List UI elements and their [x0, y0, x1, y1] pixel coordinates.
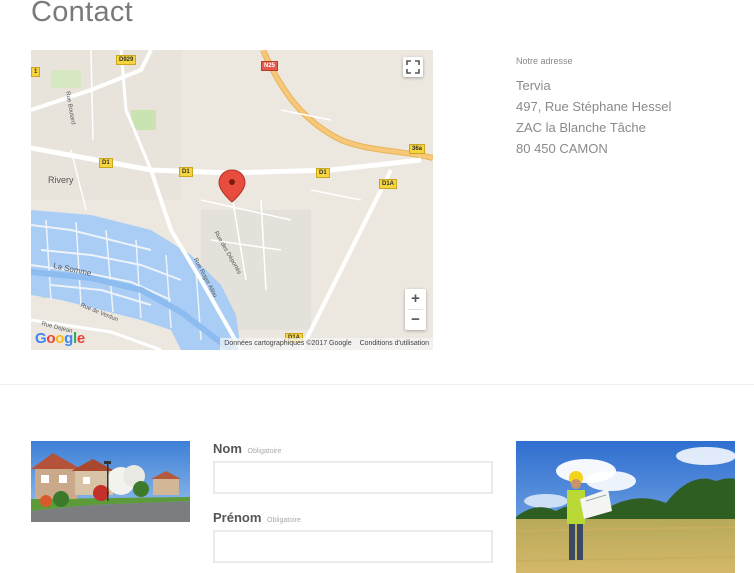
road-shield: 1: [31, 67, 41, 77]
contact-form: Nom Obligatoire Prénom Obligatoire: [213, 441, 493, 573]
surveyor-photo: [516, 441, 735, 573]
address-block: Notre adresse Tervia 497, Rue Stéphane H…: [516, 56, 671, 159]
zoom-in-button[interactable]: +: [405, 289, 426, 309]
road-shield: D929: [116, 55, 137, 65]
road-shield: 36a: [409, 144, 426, 154]
place-label: Rivery: [48, 175, 74, 185]
street-address: 497, Rue Stéphane Hessel: [516, 99, 672, 114]
attribution-text: Données cartographiques ©2017 Google: [224, 340, 352, 347]
road-shield: D1A: [379, 179, 398, 189]
fullscreen-button[interactable]: [403, 57, 423, 77]
first-name-label-text: Prénom: [213, 510, 262, 525]
road-shield: D1: [99, 158, 113, 168]
map-canvas[interactable]: [31, 50, 433, 350]
zoom-control: + −: [405, 289, 426, 330]
road-shield: D1: [179, 167, 193, 177]
city-address: 80 450 CAMON: [516, 141, 608, 156]
company-name: Tervia: [516, 78, 551, 93]
last-name-label: Nom Obligatoire: [213, 441, 493, 456]
first-name-label: Prénom Obligatoire: [213, 510, 493, 525]
fullscreen-icon: [406, 60, 420, 74]
last-name-label-text: Nom: [213, 441, 242, 456]
terms-link[interactable]: Conditions d'utilisation: [360, 340, 429, 347]
required-hint: Obligatoire: [267, 517, 301, 524]
last-name-input[interactable]: [213, 461, 493, 494]
zone-address: ZAC la Blanche Tâche: [516, 120, 646, 135]
road-shield: D1: [316, 168, 330, 178]
google-logo[interactable]: Google: [35, 330, 85, 347]
road-shield: N25: [261, 61, 279, 71]
houses-photo: [31, 441, 190, 522]
page-title: Contact: [31, 0, 134, 28]
map[interactable]: Rivery La Somme Rue Boutard Rue des Dépo…: [31, 50, 433, 350]
page: Contact Rivery La Somme Rue Boutard Rue …: [0, 0, 754, 573]
address-heading: Notre adresse: [516, 56, 573, 66]
map-attribution: Données cartographiques ©2017 Google Con…: [220, 338, 433, 350]
zoom-out-button[interactable]: −: [405, 310, 426, 330]
first-name-input[interactable]: [213, 530, 493, 563]
required-hint: Obligatoire: [247, 448, 282, 455]
section-divider: [0, 384, 754, 385]
